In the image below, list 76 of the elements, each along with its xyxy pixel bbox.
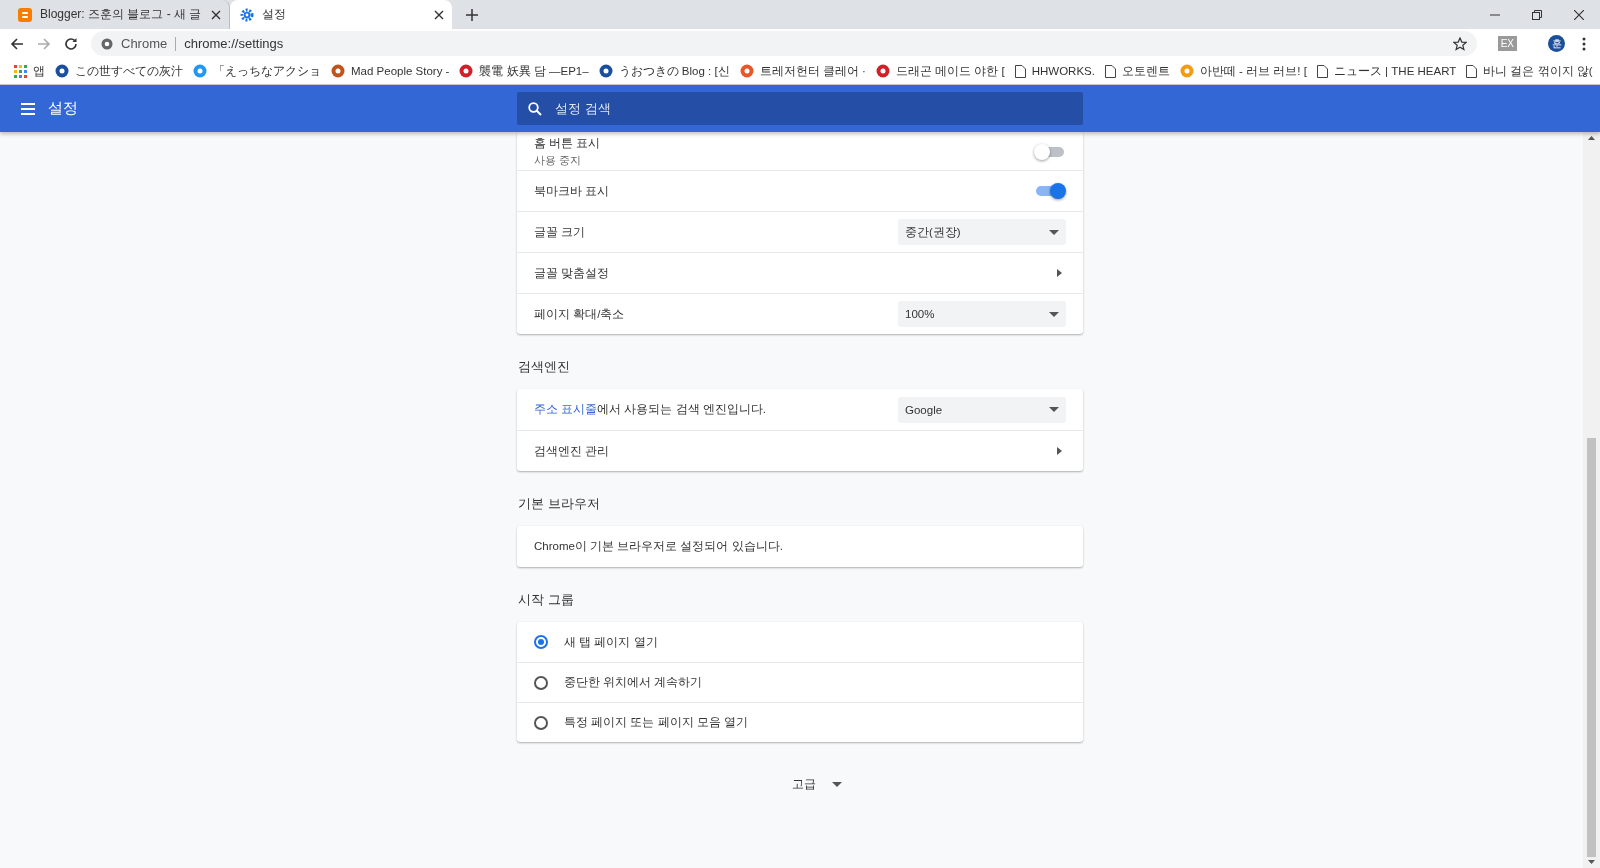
setting-label: 글꼴 크기 <box>534 224 587 240</box>
bookmark-item[interactable]: HHWORKS. <box>1010 64 1099 78</box>
close-icon[interactable] <box>1574 9 1584 20</box>
caret-down-icon <box>1049 311 1059 317</box>
scroll-down-icon <box>1588 860 1595 864</box>
setting-sublabel: 사용 중지 <box>534 153 583 168</box>
bookmark-item[interactable]: 襲電 妖異 담 —EP1– <box>455 63 593 79</box>
setting-label: 특정 페이지 또는 페이지 모음 열기 <box>564 715 749 730</box>
browser-tab[interactable]: 설정 <box>230 0 452 29</box>
apps-grid-icon <box>14 64 27 78</box>
close-icon[interactable] <box>211 9 221 20</box>
address-bar-link[interactable]: 주소 표시줄 <box>534 403 598 415</box>
profile-avatar[interactable]: 훈 <box>1548 35 1565 52</box>
url-text: chrome://settings <box>184 36 284 51</box>
radio-button[interactable] <box>534 675 548 690</box>
back-arrow-icon[interactable] <box>10 36 24 51</box>
search-field[interactable]: 설정 검색 <box>517 92 1083 125</box>
scroll-thumb[interactable] <box>1587 438 1596 857</box>
setting-label: 중단한 위치에서 계속하기 <box>564 675 704 690</box>
section-title: 시작 그룹 <box>517 591 575 609</box>
bookmark-item[interactable]: 「えっちなアクショ <box>189 62 325 80</box>
setting-label: 새 탭 페이지 열기 <box>564 634 659 650</box>
bookmark-item[interactable]: 바니 걸은 꺾이지 않( <box>1462 63 1597 79</box>
toggle-switch[interactable] <box>1036 147 1064 157</box>
caret-down-icon <box>832 782 842 787</box>
bookmark-item[interactable]: 오토렌트 <box>1100 63 1174 79</box>
page-icon <box>1104 64 1116 78</box>
arrow-right-icon[interactable] <box>1057 447 1062 455</box>
settings-icon <box>240 7 254 22</box>
bookmark-item[interactable]: 앱 <box>10 63 49 79</box>
toggle-switch[interactable] <box>1036 186 1064 196</box>
caret-down-icon <box>1049 407 1059 412</box>
setting-label: 검색엔진 관리 <box>534 443 611 459</box>
section-title: 기본 브라우저 <box>517 495 601 513</box>
info-icon <box>101 37 113 50</box>
site-chip: Chrome <box>121 36 177 51</box>
setting-label: 홈 버튼 표시 <box>534 136 602 151</box>
bookmark-item[interactable]: この世すべての灰汁 <box>51 62 187 80</box>
menu-icon[interactable] <box>21 102 35 115</box>
dropdown[interactable]: Google <box>898 396 1066 423</box>
scroll-up-icon <box>1588 136 1595 140</box>
bookmark-item[interactable]: 드래곤 메이드 야한 [ <box>871 63 1009 79</box>
setting-label: Chrome이 기본 브라우저로 설정되어 있습니다. <box>534 539 784 554</box>
blogger-icon <box>18 7 32 22</box>
page-icon <box>1466 64 1478 78</box>
dropdown[interactable]: 중간(권장) <box>898 219 1066 245</box>
page-title: 설정 <box>48 99 78 118</box>
bookmark-item[interactable]: 트레저헌터 클레어 · <box>735 63 870 79</box>
arrow-right-icon[interactable] <box>1057 269 1062 277</box>
star-icon[interactable] <box>1452 36 1467 51</box>
search-icon <box>528 102 542 116</box>
radio-button[interactable] <box>534 715 548 730</box>
section-title: 검색엔진 <box>517 358 571 376</box>
bookmark-item[interactable]: うおつきの Blog : [신 <box>594 63 734 79</box>
bookmark-item[interactable]: ニュース | THE HEART <box>1312 63 1461 79</box>
tab-title: Blogger: 즈훈의 블로그 - 새 글 <box>40 6 203 23</box>
close-icon[interactable] <box>434 9 444 20</box>
dropdown[interactable]: 100% <box>898 301 1066 327</box>
address-bar[interactable]: Chrome chrome://settings <box>91 31 1477 56</box>
tab-title: 설정 <box>262 6 287 23</box>
reload-icon[interactable] <box>64 36 78 51</box>
radio-button[interactable] <box>534 635 548 649</box>
bookmark-item[interactable]: Mad People Story - <box>327 64 454 78</box>
setting-label: 글꼴 맞춤설정 <box>534 265 611 281</box>
page-icon <box>1014 64 1026 78</box>
scrollbar[interactable] <box>1583 132 1600 868</box>
restore-icon[interactable] <box>1532 9 1542 20</box>
description-text: 주소 표시줄에서 사용되는 검색 엔진입니다. <box>534 402 767 417</box>
bookmark-item[interactable]: 아반떼 - 러브 러브! [ <box>1175 63 1311 79</box>
more-menu-icon[interactable] <box>1582 36 1586 51</box>
advanced-button[interactable]: 고급 <box>784 770 850 799</box>
setting-label: 북마크바 표시 <box>534 183 611 199</box>
new-tab-icon[interactable] <box>466 8 478 21</box>
setting-label: 페이지 확대/축소 <box>534 306 626 322</box>
page-icon <box>1316 64 1328 78</box>
caret-down-icon <box>1049 229 1059 235</box>
